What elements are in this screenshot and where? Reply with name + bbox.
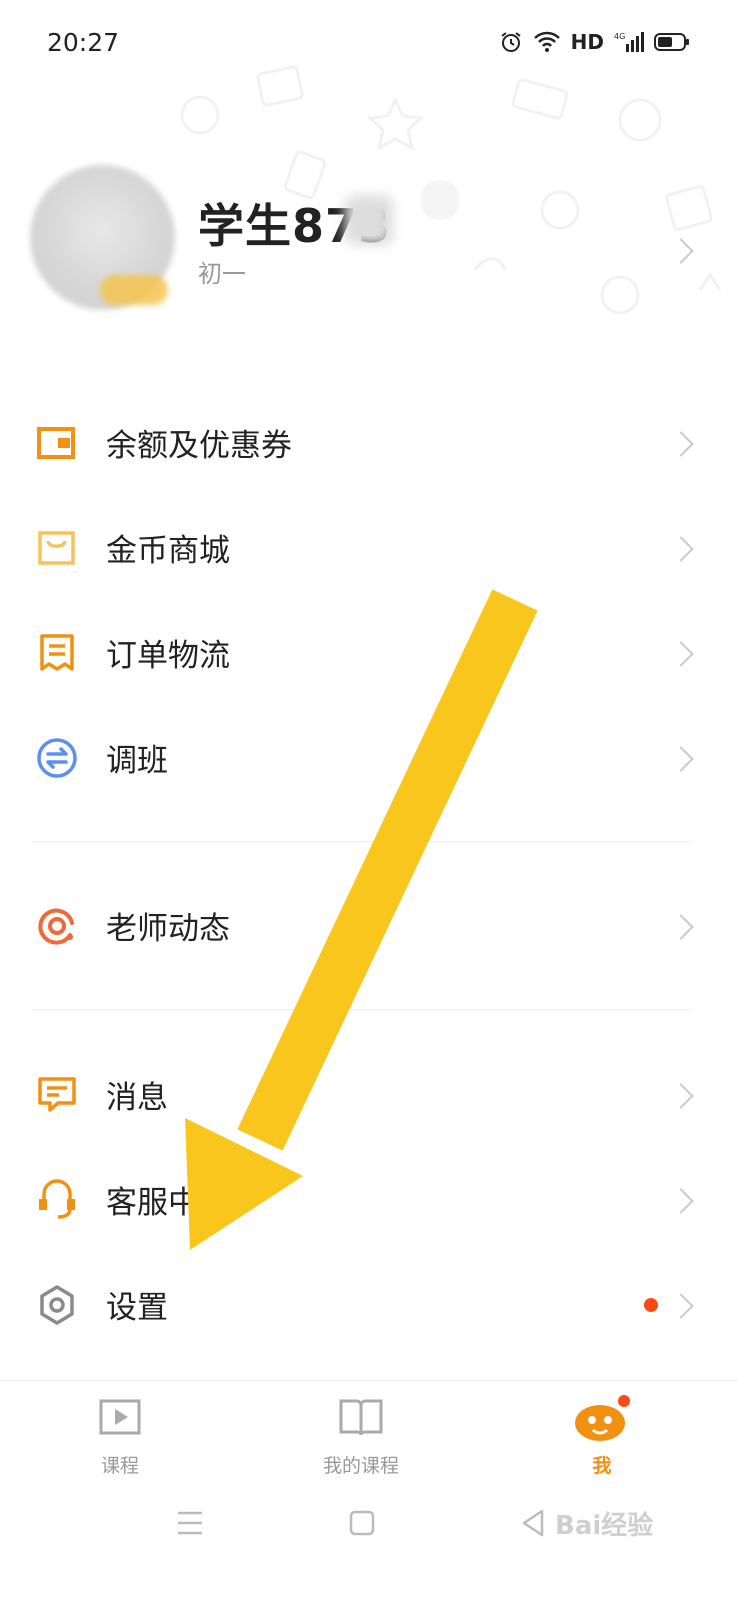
message-icon — [38, 1077, 76, 1112]
chevron-right-icon — [668, 1188, 694, 1214]
bottom-tab-bar: 课程 我的课程 我 — [0, 1380, 738, 1491]
svg-text:4G: 4G — [614, 32, 625, 41]
mascot-icon — [575, 1393, 632, 1441]
chevron-right-icon — [668, 431, 694, 457]
headset-icon — [39, 1179, 75, 1219]
receipt-icon — [40, 634, 74, 671]
menu-item-change-class[interactable]: 调班 — [0, 713, 738, 803]
swap-icon — [37, 738, 77, 778]
chevron-right-icon — [668, 1083, 694, 1109]
shopping-bag-icon — [38, 531, 75, 565]
watermark-logo: Bai经验 — [555, 1511, 654, 1541]
status-time: 20:27 — [47, 28, 120, 57]
menu-label: 设置 — [106, 1290, 168, 1326]
gear-icon — [40, 1285, 74, 1325]
chevron-right-icon — [668, 641, 694, 667]
menu-item-settings[interactable]: 设置 — [0, 1260, 738, 1350]
menu-label: 调班 — [106, 743, 168, 779]
home-icon[interactable] — [349, 1510, 375, 1536]
menu-item-customer-service[interactable]: 客服中 — [0, 1155, 738, 1245]
divider — [32, 841, 690, 842]
divider — [32, 1009, 690, 1010]
profile-header[interactable]: 学生873 初一 — [0, 150, 738, 350]
battery-icon — [654, 33, 689, 51]
wifi-icon — [533, 31, 560, 52]
menu-item-messages[interactable]: 消息 — [0, 1050, 738, 1140]
menu-label: 订单物流 — [106, 638, 230, 674]
tab-courses[interactable]: 课程 — [45, 1391, 195, 1486]
wallet-icon — [37, 427, 75, 459]
menu-label: 老师动态 — [106, 911, 230, 947]
menu-label: 金币商城 — [106, 533, 230, 569]
tab-label: 课程 — [100, 1455, 139, 1477]
name-redaction — [345, 195, 393, 245]
menu-icon[interactable] — [176, 1510, 204, 1536]
menu-item-coin-mall[interactable]: 金币商城 — [0, 503, 738, 593]
user-grade: 初一 — [198, 260, 246, 288]
avatar-badge — [100, 275, 168, 305]
menu-label: 消息 — [106, 1080, 168, 1116]
tab-label: 我 — [592, 1455, 612, 1477]
menu-label: 客服中 — [106, 1185, 199, 1221]
chevron-right-icon — [668, 536, 694, 562]
alarm-icon — [501, 32, 521, 52]
network-label: HD — [570, 30, 604, 54]
play-icon — [99, 1399, 141, 1435]
back-icon[interactable] — [520, 1508, 546, 1538]
spiral-icon — [38, 908, 74, 945]
chevron-right-icon — [668, 746, 694, 772]
chevron-right-icon — [668, 1293, 694, 1319]
menu-item-balance[interactable]: 余额及优惠券 — [0, 398, 738, 488]
notification-dot — [644, 1298, 658, 1312]
signal-icon: 4G — [614, 32, 644, 52]
status-icons: HD 4G — [499, 30, 690, 54]
menu-label: 余额及优惠券 — [106, 428, 292, 464]
menu-item-orders[interactable]: 订单物流 — [0, 608, 738, 698]
tab-my-courses[interactable]: 我的课程 — [286, 1391, 436, 1486]
chevron-right-icon — [668, 238, 694, 264]
tab-label: 我的课程 — [322, 1455, 399, 1477]
menu-item-teacher-news[interactable]: 老师动态 — [0, 881, 738, 971]
system-navigation-bar: Bai经验 — [0, 1490, 738, 1600]
book-icon — [339, 1399, 383, 1436]
tab-me[interactable]: 我 — [527, 1391, 677, 1486]
chevron-right-icon — [668, 914, 694, 940]
